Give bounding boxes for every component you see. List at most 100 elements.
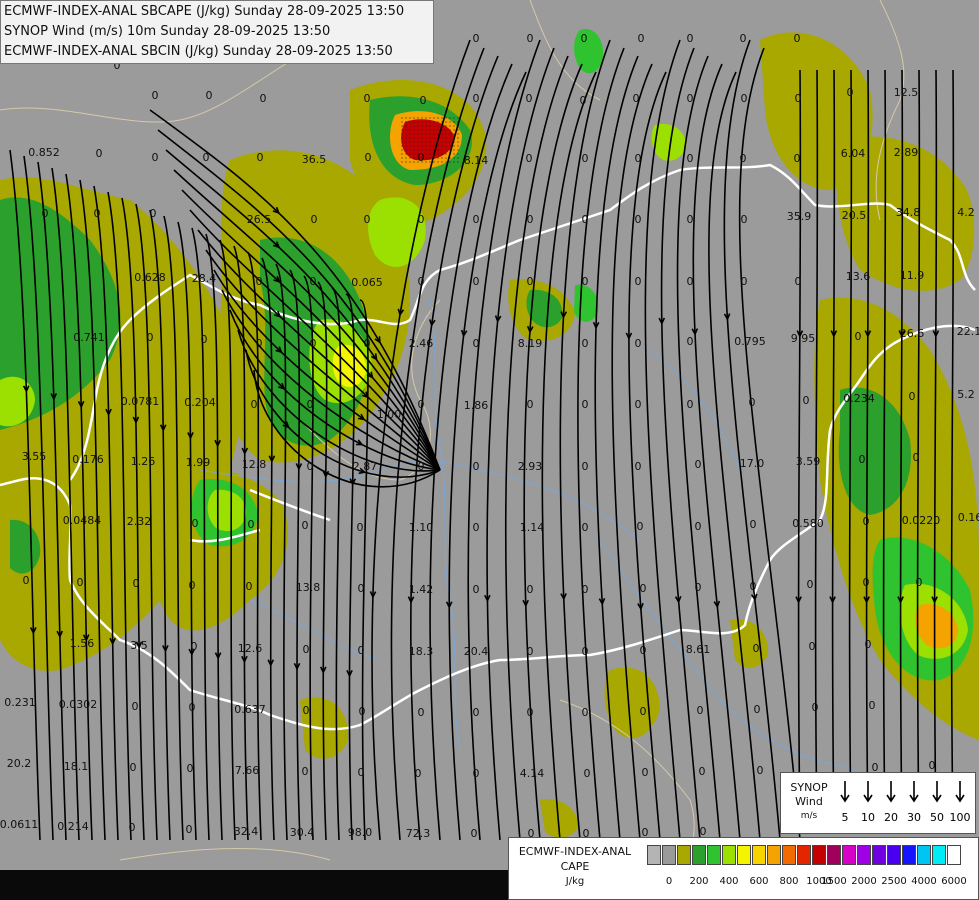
map-value-label: 0 (527, 583, 534, 596)
map-value-label: 0 (42, 207, 49, 220)
map-value-label: 0 (152, 151, 159, 164)
map-value-label: 0 (582, 645, 589, 658)
map-value-label: 0 (740, 32, 747, 45)
map-value-label: 13.6 (846, 270, 871, 283)
cape-legend-unit: J/kg (565, 876, 585, 887)
map-value-label: 3.59 (796, 455, 821, 468)
map-value-label: 0 (473, 32, 480, 45)
map-value-label: 0 (640, 582, 647, 595)
map-value-label: 0 (201, 333, 208, 346)
map-value-label: 0 (473, 583, 480, 596)
map-value-label: 0 (310, 275, 317, 288)
map-value-label: 0 (526, 92, 533, 105)
map-value-label: 0 (803, 394, 810, 407)
wind-legend-unit: m/s (800, 811, 818, 821)
map-value-label: 0 (795, 92, 802, 105)
weather-map[interactable]: 0 0 0 0 0 0 0 0 0 0 0 0 0 0 0 12.5 0 0 0 0 0 0 0 0 0.852 0 0 0 0 36.5… (0, 0, 979, 900)
map-value-label: 0 (633, 92, 640, 105)
map-value-label: 0 (635, 460, 642, 473)
map-value-label: 0 (186, 823, 193, 836)
cape-swatch (872, 845, 886, 865)
cape-swatch (812, 845, 826, 865)
map-value-label: 0 (187, 762, 194, 775)
map-value-label: 0 (129, 821, 136, 834)
map-value-label: 0 (640, 644, 647, 657)
map-value-label: 0 (582, 337, 589, 350)
map-value-label: 0 (418, 213, 425, 226)
title-sbcin: ECMWF-INDEX-ANAL SBCIN (J/kg) Sunday 28-… (4, 44, 393, 59)
map-value-label: 0 (795, 275, 802, 288)
cape-legend-subtitle: CAPE (560, 860, 590, 873)
cape-swatch (827, 845, 841, 865)
map-value-label: 18.3 (409, 645, 434, 658)
map-value-label: 0 (749, 396, 756, 409)
map-value-label: 0.214 (57, 820, 89, 833)
map-value-label: 12.5 (894, 86, 919, 99)
map-value-label: 0 (527, 706, 534, 719)
map-value-label: 72.3 (406, 827, 431, 840)
wind-legend-arrow: 10 (861, 781, 875, 824)
map-value-label: 0 (77, 576, 84, 589)
map-value-label: 1.56 (70, 637, 95, 650)
cape-swatch (902, 845, 916, 865)
map-value-label: 0 (865, 638, 872, 651)
cape-legend: ECMWF-INDEX-ANAL CAPE J/kg 0 200 400 600 800… (508, 837, 979, 900)
map-value-label: 0 (741, 92, 748, 105)
map-value-label: 22.1 (957, 325, 979, 338)
map-value-label: 0 (913, 451, 920, 464)
map-value-label: 0 (365, 151, 372, 164)
cape-swatch (932, 845, 946, 865)
map-value-label: 0 (687, 275, 694, 288)
map-value-label: 0 (687, 92, 694, 105)
map-value-label: 26.5 (247, 213, 272, 226)
map-value-label: 0 (863, 515, 870, 528)
map-value-label: 0.204 (184, 396, 216, 409)
map-value-label: 0 (812, 701, 819, 714)
map-value-label: 6.04 (841, 147, 866, 160)
wind-legend-speed: 10 (861, 811, 875, 824)
cape-swatch (917, 845, 931, 865)
map-value-label: 1.42 (409, 583, 434, 596)
map-value-label: 0.065 (351, 276, 383, 289)
map-value-label: 0 (473, 460, 480, 473)
map-value-label: 0 (471, 827, 478, 840)
map-value-label: 11.9 (900, 269, 925, 282)
map-value-label: 0 (582, 583, 589, 596)
map-value-label: 2.46 (409, 337, 434, 350)
cape-swatch (647, 845, 661, 865)
map-value-label: 0 (741, 275, 748, 288)
wind-legend-arrow: 20 (884, 781, 898, 824)
map-value-label: 8.61 (686, 643, 711, 656)
map-value-label: 8.19 (518, 337, 543, 350)
cape-tick-label: 800 (779, 876, 799, 887)
map-value-label: 0.0781 (121, 395, 160, 408)
cape-legend-title: ECMWF-INDEX-ANAL (518, 845, 632, 858)
map-value-label: 0 (418, 460, 425, 473)
map-value-label: 0 (96, 147, 103, 160)
map-value-label: 3.5 (130, 639, 148, 652)
cape-tick-label: 2000 (851, 876, 877, 887)
map-value-label: 0 (753, 642, 760, 655)
map-value-label: 4.14 (520, 767, 545, 780)
map-value-label: 0 (741, 213, 748, 226)
map-value-label: 0 (582, 275, 589, 288)
map-value-label: 0 (909, 390, 916, 403)
map-value-label: 0 (859, 453, 866, 466)
map-value-label: 0 (582, 521, 589, 534)
map-value-label: 0 (256, 275, 263, 288)
map-value-label: 20.2 (7, 757, 32, 770)
map-value-label: 0 (251, 398, 258, 411)
map-value-label: 3.55 (22, 450, 47, 463)
map-value-label: 0 (418, 706, 425, 719)
map-value-label: 0.16 (958, 511, 979, 524)
map-value-label: 12.8 (242, 458, 267, 471)
map-value-label: 0 (303, 643, 310, 656)
map-value-label: 0 (191, 640, 198, 653)
map-value-label: 0 (420, 94, 427, 107)
wind-legend-title-2: Wind (795, 795, 823, 808)
map-value-label: 0 (418, 275, 425, 288)
map-value-label: 0 (307, 460, 314, 473)
map-value-label: 0 (152, 89, 159, 102)
cape-swatch (842, 845, 856, 865)
map-value-label: 35.9 (787, 210, 812, 223)
